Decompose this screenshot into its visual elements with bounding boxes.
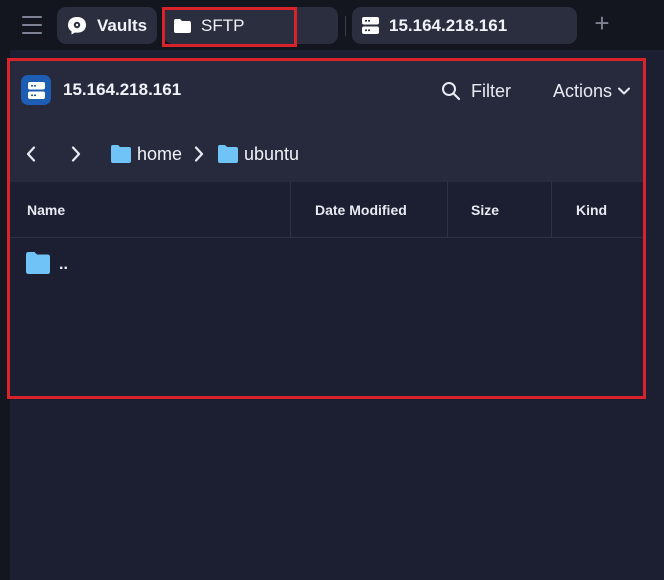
tab-divider [345, 16, 346, 36]
actions-button[interactable]: Actions [553, 79, 631, 103]
breadcrumb-home[interactable]: home [111, 143, 182, 165]
sftp-panel: 15.164.218.161 Filter Actions home ubunt… [10, 60, 643, 397]
left-gutter [0, 50, 10, 580]
table-header: Name Date Modified Size Kind [10, 182, 643, 238]
breadcrumb-label: ubuntu [244, 143, 300, 164]
row-name: .. [59, 256, 68, 273]
filter-label: Filter [471, 80, 511, 101]
panel-header: 15.164.218.161 Filter Actions home ubunt… [10, 60, 643, 182]
column-divider[interactable] [551, 182, 552, 238]
chevron-right-icon [194, 146, 204, 162]
breadcrumb-ubuntu[interactable]: ubuntu [218, 143, 299, 165]
column-header-kind[interactable]: Kind [576, 182, 607, 238]
column-divider[interactable] [447, 182, 448, 238]
filter-button[interactable]: Filter [441, 79, 511, 103]
server-icon [362, 17, 379, 34]
chevron-right-icon [71, 146, 81, 162]
column-header-name[interactable]: Name [27, 182, 65, 238]
tab-label: Vaults [97, 15, 148, 35]
tab-bar: Vaults SFTP 15.164.218.161 + [0, 0, 664, 50]
table-row[interactable]: .. [10, 240, 643, 290]
chevron-down-icon [618, 87, 631, 95]
server-icon [21, 75, 51, 105]
search-icon [441, 81, 461, 101]
folder-icon [111, 145, 131, 163]
column-divider[interactable] [290, 182, 291, 238]
folder-icon [218, 145, 238, 163]
tab-sftp[interactable]: SFTP [164, 7, 338, 44]
tab-server[interactable]: 15.164.218.161 [352, 7, 577, 44]
column-header-size[interactable]: Size [471, 182, 499, 238]
hamburger-menu-icon[interactable] [22, 16, 42, 34]
vault-icon [67, 16, 87, 36]
forward-button[interactable] [68, 144, 84, 164]
breadcrumb-separator [194, 146, 204, 162]
folder-icon [174, 18, 191, 33]
folder-icon [26, 252, 50, 274]
tab-label: 15.164.218.161 [389, 15, 508, 35]
plus-icon: + [594, 8, 610, 38]
tab-label: SFTP [201, 15, 245, 35]
chevron-left-icon [26, 146, 36, 162]
new-tab-button[interactable]: + [590, 10, 614, 36]
column-header-date-modified[interactable]: Date Modified [315, 182, 407, 238]
back-button[interactable] [23, 144, 39, 164]
breadcrumb-label: home [137, 143, 183, 164]
server-title: 15.164.218.161 [63, 80, 182, 99]
actions-label: Actions [553, 80, 613, 101]
tab-vaults[interactable]: Vaults [57, 7, 157, 44]
